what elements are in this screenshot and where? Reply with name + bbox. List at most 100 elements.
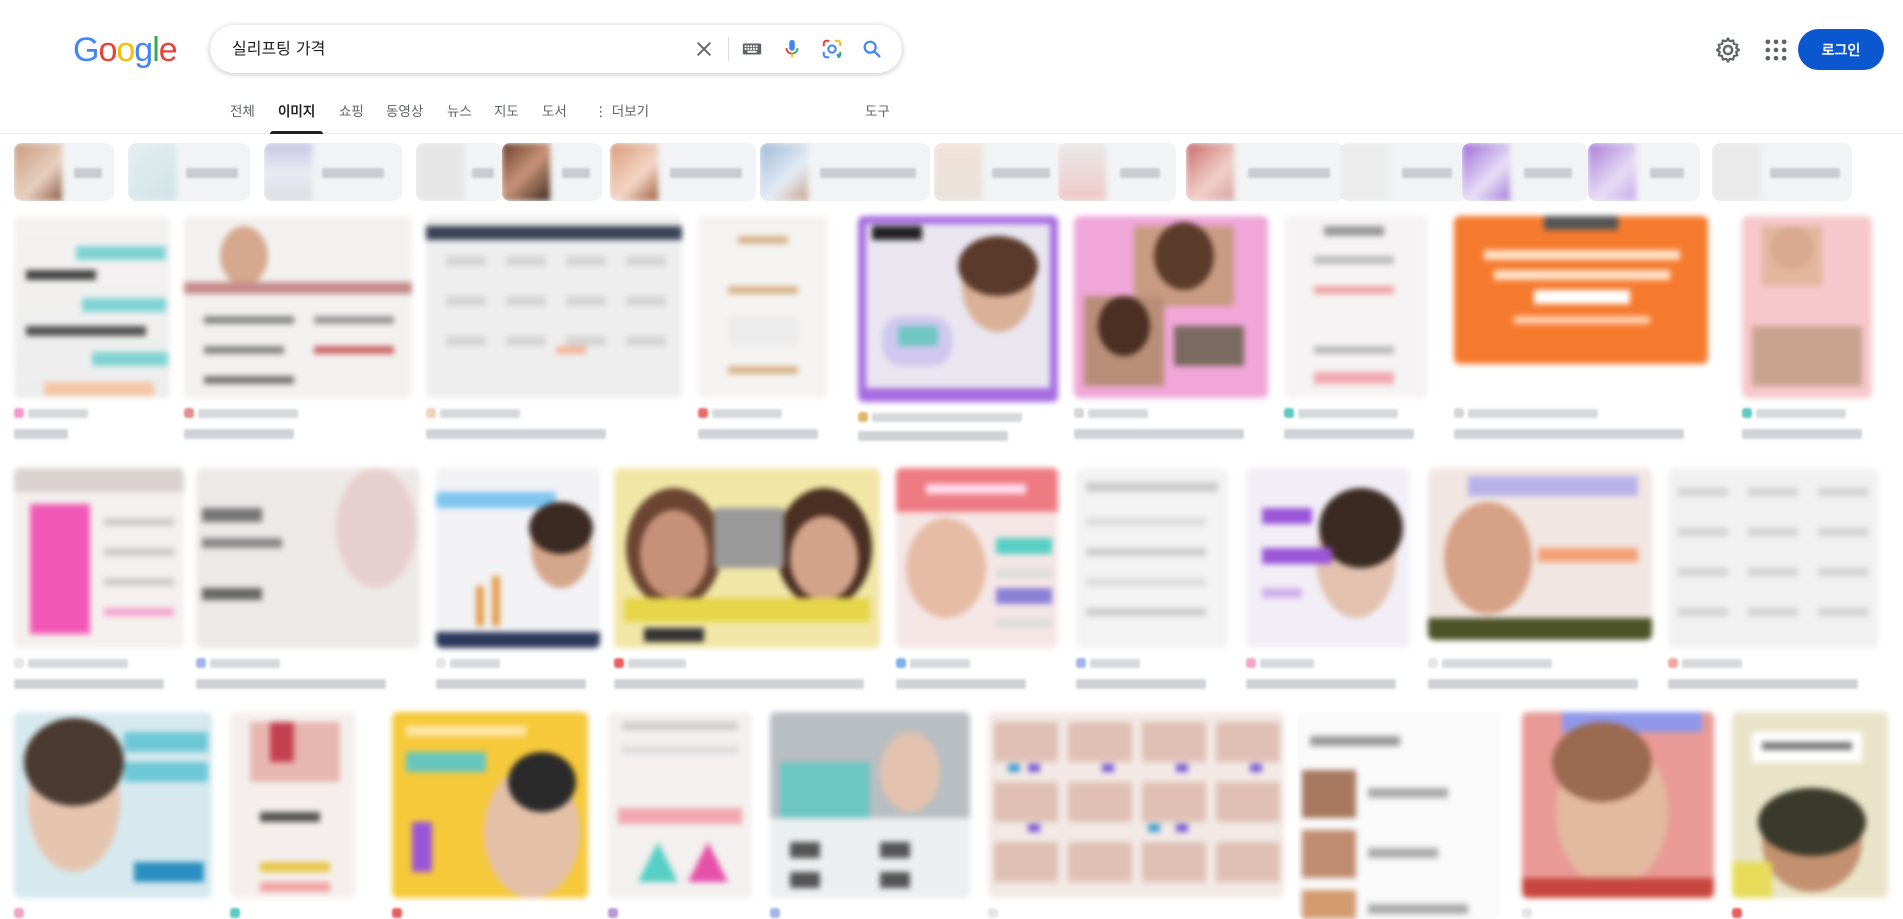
image-result[interactable] [858,216,1058,446]
image-result[interactable] [1668,468,1878,698]
chip-label [74,168,102,178]
image-result[interactable] [988,712,1284,919]
result-image[interactable] [392,712,588,898]
result-image[interactable] [1522,712,1714,898]
tools-button[interactable]: 도구 [865,100,890,134]
result-image[interactable] [1284,216,1428,398]
result-image[interactable] [1732,712,1888,898]
related-chip[interactable] [1340,143,1468,201]
result-image[interactable] [436,468,600,648]
source-name [450,659,500,668]
result-image[interactable] [1428,468,1652,640]
tab-more[interactable]: ⋮ 더보기 [594,100,649,134]
image-result[interactable] [1298,712,1500,919]
image-result[interactable] [896,468,1058,698]
image-result[interactable] [14,712,212,919]
result-image[interactable] [14,468,184,648]
image-result[interactable] [230,712,356,919]
image-result[interactable] [1074,216,1268,446]
chip-thumbnail [128,143,176,201]
microphone-icon[interactable] [780,37,804,61]
tab-maps[interactable]: 지도 [494,100,519,134]
result-image[interactable] [230,712,356,898]
related-chip[interactable] [610,143,756,201]
result-image[interactable] [196,468,420,648]
chip-label [562,168,590,178]
result-image[interactable] [1454,216,1708,364]
result-image[interactable] [608,712,752,898]
related-chip[interactable] [1058,143,1176,201]
image-result[interactable] [770,712,970,919]
camera-lens-icon[interactable] [820,37,844,61]
result-image[interactable] [988,712,1284,898]
image-result[interactable] [14,468,184,698]
related-chip[interactable] [502,143,602,201]
tab-videos[interactable]: 동영상 [386,100,423,134]
result-image[interactable] [698,216,828,398]
google-logo[interactable]: Google [73,30,178,70]
image-result[interactable] [698,216,828,446]
result-image[interactable] [184,216,412,398]
source-name [712,409,782,418]
related-chip[interactable] [128,143,250,201]
logo-letter: o [116,31,135,69]
tab-all[interactable]: 전체 [230,100,255,134]
image-result[interactable] [1284,216,1428,446]
result-image[interactable] [1742,216,1872,398]
result-image[interactable] [1076,468,1228,648]
result-image[interactable] [1074,216,1268,398]
search-header: Google 실리프팅 가격 로그인 [0,0,1903,100]
tab-news[interactable]: 뉴스 [447,100,472,134]
source-name [872,413,1022,422]
image-result[interactable] [1454,216,1708,446]
result-image[interactable] [770,712,970,898]
login-button[interactable]: 로그인 [1798,29,1884,70]
related-chip[interactable] [1186,143,1344,201]
search-box[interactable]: 실리프팅 가격 [210,25,902,73]
result-image[interactable] [14,712,212,898]
search-input[interactable]: 실리프팅 가격 [232,25,325,73]
result-image[interactable] [1298,712,1500,919]
related-chip[interactable] [760,143,930,201]
image-result[interactable] [14,216,170,446]
close-icon[interactable] [692,37,716,61]
image-result[interactable] [1742,216,1872,446]
image-result[interactable] [1076,468,1228,698]
search-icon[interactable] [860,37,884,61]
related-chip[interactable] [416,143,502,201]
result-image[interactable] [614,468,880,648]
image-result[interactable] [436,468,600,698]
site-favicon [230,908,240,918]
related-chip[interactable] [1462,143,1588,201]
chip-thumbnail [1712,143,1760,201]
related-chip[interactable] [1588,143,1700,201]
result-image[interactable] [1246,468,1410,648]
image-result[interactable] [614,468,880,698]
gear-icon[interactable] [1714,36,1742,64]
result-image[interactable] [14,216,170,398]
image-result[interactable] [426,216,682,446]
image-result[interactable] [1522,712,1714,919]
tab-books[interactable]: 도서 [542,100,567,134]
related-chip[interactable] [1712,143,1852,201]
apps-grid-icon[interactable] [1762,36,1790,64]
image-result[interactable] [1732,712,1888,919]
image-result[interactable] [1246,468,1410,698]
image-result[interactable] [184,216,412,446]
image-result[interactable] [608,712,752,919]
site-favicon [1454,408,1464,418]
keyboard-icon[interactable] [740,37,764,61]
image-result[interactable] [1428,468,1652,698]
result-image[interactable] [858,216,1058,402]
tab-shopping[interactable]: 쇼핑 [339,100,364,134]
result-image[interactable] [426,216,682,398]
related-chip[interactable] [934,143,1064,201]
result-image[interactable] [896,468,1058,648]
source-name [910,659,970,668]
tab-images[interactable]: 이미지 [269,100,324,134]
related-chip[interactable] [264,143,402,201]
image-result[interactable] [196,468,420,698]
result-image[interactable] [1668,468,1878,648]
related-chip[interactable] [14,143,114,201]
image-result[interactable] [392,712,588,919]
